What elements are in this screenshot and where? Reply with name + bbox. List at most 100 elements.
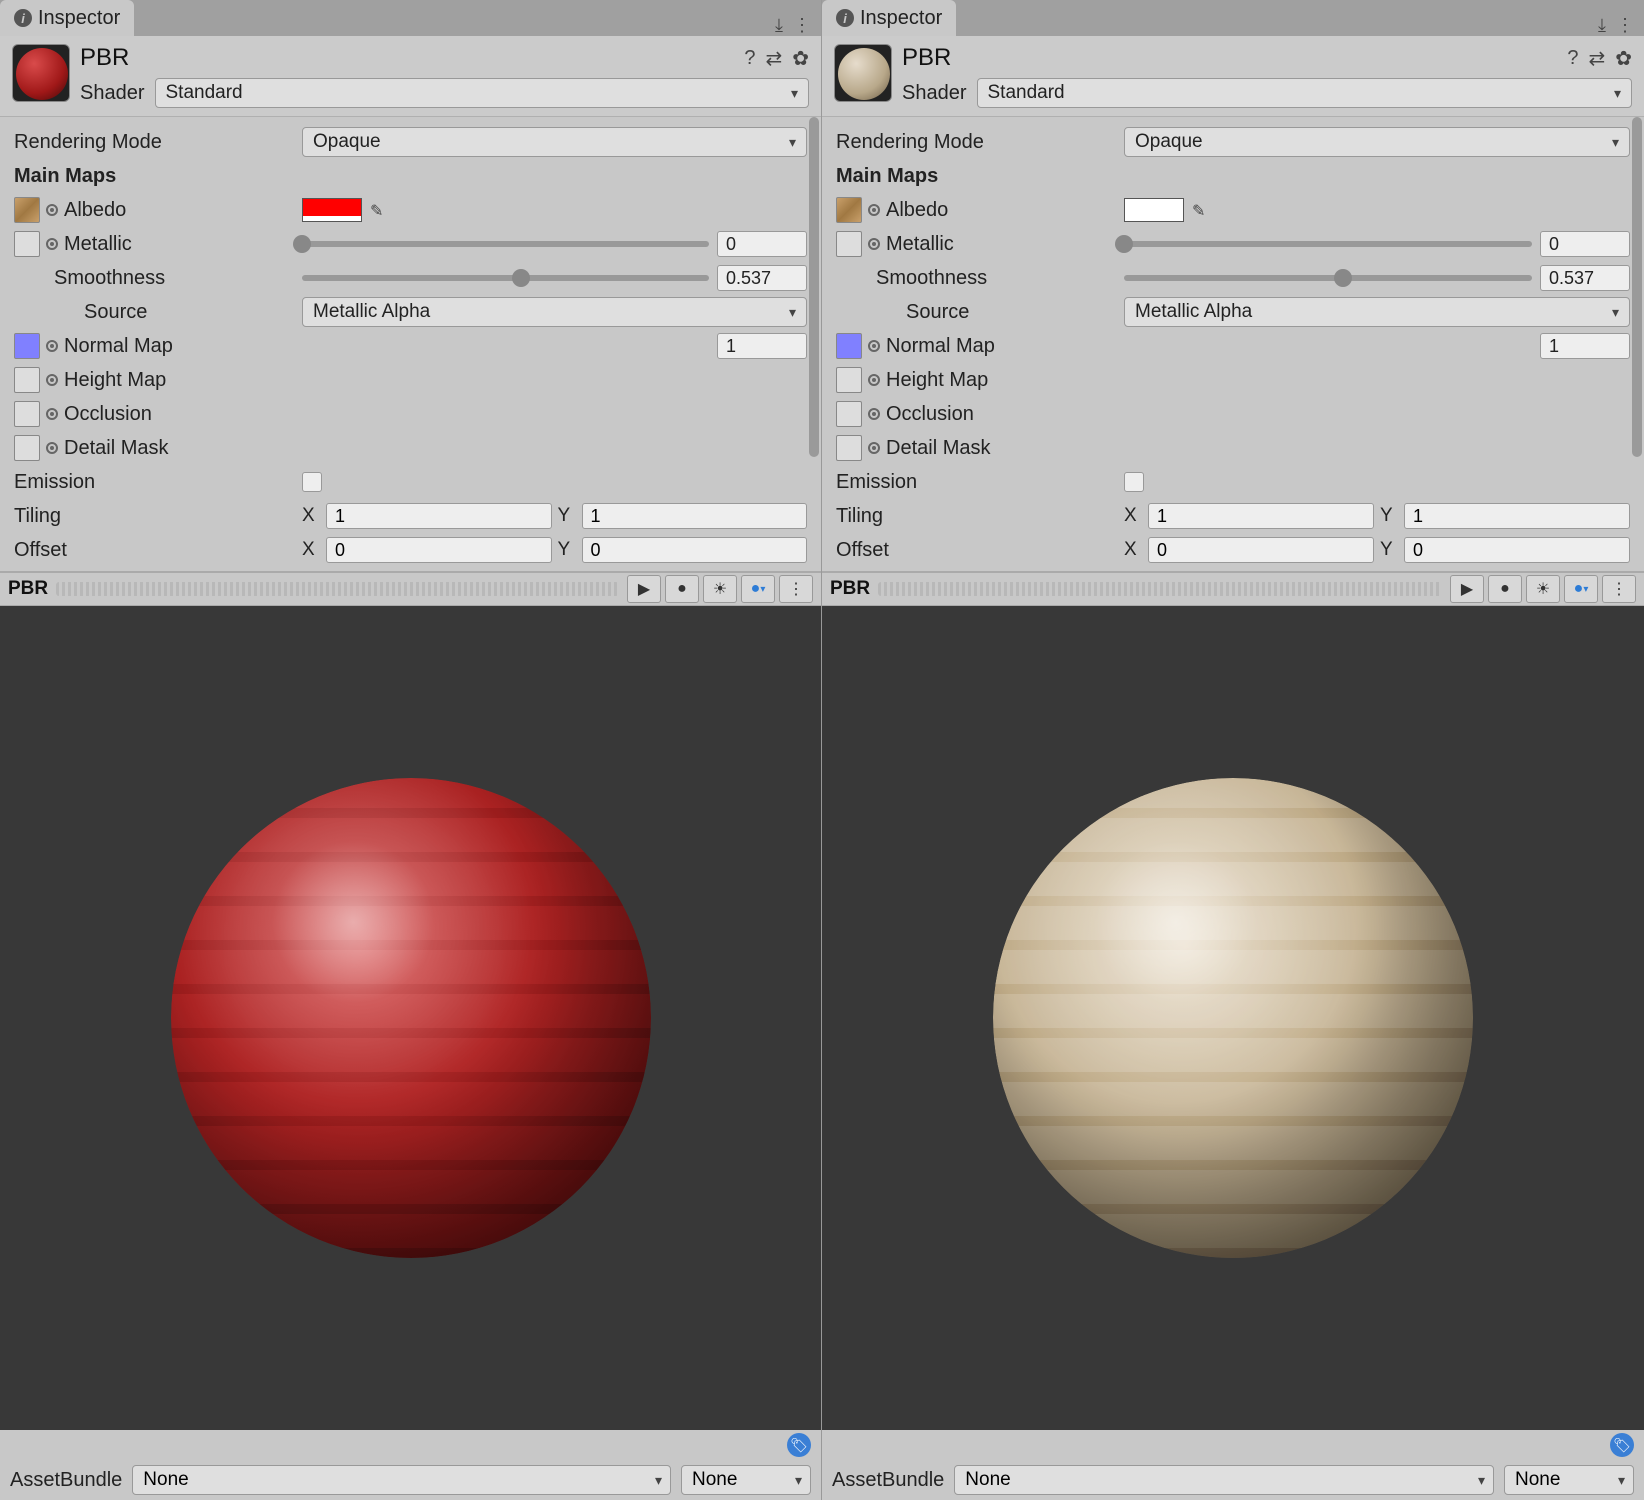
height-picker-icon[interactable]	[46, 374, 58, 386]
preview-menu-button[interactable]: ⋮	[779, 575, 813, 603]
height-texture-slot[interactable]	[14, 367, 40, 393]
tiling-y-input[interactable]: 1	[1404, 503, 1630, 529]
metallic-value[interactable]: 0	[1540, 231, 1630, 257]
tiling-x-input[interactable]: 1	[1148, 503, 1374, 529]
material-preview-viewport[interactable]	[0, 606, 821, 1430]
smoothness-slider[interactable]	[302, 275, 709, 281]
smoothness-slider[interactable]	[1124, 275, 1532, 281]
drag-handle[interactable]	[56, 582, 619, 596]
detail-label: Detail Mask	[886, 437, 990, 460]
metallic-slider[interactable]	[302, 241, 709, 247]
inspector-tab[interactable]: i Inspector	[822, 0, 956, 36]
albedo-texture-slot[interactable]	[14, 197, 40, 223]
occlusion-texture-slot[interactable]	[836, 401, 862, 427]
gear-icon[interactable]: ✿	[1615, 46, 1632, 71]
normal-picker-icon[interactable]	[46, 340, 58, 352]
tiling-y-input[interactable]: 1	[582, 503, 808, 529]
kebab-icon[interactable]: ⋮	[793, 15, 811, 36]
source-dropdown[interactable]: Metallic Alpha	[302, 297, 807, 327]
lighting-button[interactable]: ☀	[1526, 575, 1560, 603]
material-thumbnail[interactable]	[12, 44, 70, 102]
smoothness-value[interactable]: 0.537	[717, 265, 807, 291]
offset-x-input[interactable]: 0	[326, 537, 552, 563]
shader-dropdown[interactable]: Standard	[977, 78, 1633, 108]
albedo-picker-icon[interactable]	[868, 204, 880, 216]
occlusion-texture-slot[interactable]	[14, 401, 40, 427]
presets-icon[interactable]: ⇄	[1588, 46, 1605, 71]
preview-menu-button[interactable]: ⋮	[1602, 575, 1636, 603]
assetbundle-variant-dropdown[interactable]: None	[681, 1465, 811, 1495]
play-button[interactable]: ▶	[627, 575, 661, 603]
metallic-picker-icon[interactable]	[46, 238, 58, 250]
normal-picker-icon[interactable]	[868, 340, 880, 352]
metallic-value[interactable]: 0	[717, 231, 807, 257]
info-icon: i	[14, 9, 32, 27]
inspector-tab[interactable]: i Inspector	[0, 0, 134, 36]
lock-icon[interactable]: ⤓	[775, 15, 783, 36]
lighting-button[interactable]: ☀	[703, 575, 737, 603]
normal-texture-slot[interactable]	[836, 333, 862, 359]
preview-sphere	[171, 778, 651, 1258]
reflection-button[interactable]: ●▾	[741, 575, 775, 603]
preview-title: PBR	[830, 578, 870, 600]
normal-value[interactable]: 1	[717, 333, 807, 359]
height-picker-icon[interactable]	[868, 374, 880, 386]
normal-value[interactable]: 1	[1540, 333, 1630, 359]
detail-picker-icon[interactable]	[46, 442, 58, 454]
kebab-icon[interactable]: ⋮	[1616, 15, 1634, 36]
asset-label-icon[interactable]: 🏷	[1610, 1433, 1634, 1457]
shader-dropdown[interactable]: Standard	[155, 78, 810, 108]
gear-icon[interactable]: ✿	[792, 46, 809, 71]
offset-y-input[interactable]: 0	[1404, 537, 1630, 563]
material-thumbnail[interactable]	[834, 44, 892, 102]
scrollbar-thumb[interactable]	[1632, 117, 1642, 457]
emission-label: Emission	[14, 471, 95, 494]
material-header: PBR ? ⇄ ✿ Shader Standard	[0, 36, 821, 117]
occlusion-picker-icon[interactable]	[46, 408, 58, 420]
asset-label-icon[interactable]: 🏷	[787, 1433, 811, 1457]
emission-checkbox[interactable]	[1124, 472, 1144, 492]
material-preview-viewport[interactable]	[822, 606, 1644, 1430]
occlusion-picker-icon[interactable]	[868, 408, 880, 420]
lock-icon[interactable]: ⤓	[1598, 15, 1606, 36]
offset-label: Offset	[836, 539, 889, 562]
albedo-picker-icon[interactable]	[46, 204, 58, 216]
offset-x-input[interactable]: 0	[1148, 537, 1374, 563]
scrollbar-thumb[interactable]	[809, 117, 819, 457]
reflection-button[interactable]: ●▾	[1564, 575, 1598, 603]
rendering-mode-dropdown[interactable]: Opaque	[302, 127, 807, 157]
eyedropper-icon[interactable]: ✎	[370, 201, 388, 219]
metallic-picker-icon[interactable]	[868, 238, 880, 250]
normal-label: Normal Map	[64, 335, 173, 358]
offset-y-input[interactable]: 0	[582, 537, 808, 563]
assetbundle-dropdown[interactable]: None	[132, 1465, 671, 1495]
assetbundle-dropdown[interactable]: None	[954, 1465, 1494, 1495]
metallic-texture-slot[interactable]	[836, 231, 862, 257]
albedo-color-swatch[interactable]	[302, 198, 362, 222]
source-dropdown[interactable]: Metallic Alpha	[1124, 297, 1630, 327]
drag-handle[interactable]	[878, 582, 1442, 596]
metallic-slider[interactable]	[1124, 241, 1532, 247]
metallic-texture-slot[interactable]	[14, 231, 40, 257]
play-button[interactable]: ▶	[1450, 575, 1484, 603]
normal-texture-slot[interactable]	[14, 333, 40, 359]
rendering-mode-dropdown[interactable]: Opaque	[1124, 127, 1630, 157]
height-texture-slot[interactable]	[836, 367, 862, 393]
offset-label: Offset	[14, 539, 67, 562]
detail-texture-slot[interactable]	[836, 435, 862, 461]
sphere-mesh-button[interactable]: ●	[1488, 575, 1522, 603]
help-icon[interactable]: ?	[1567, 47, 1578, 70]
help-icon[interactable]: ?	[744, 47, 755, 70]
assetbundle-variant-dropdown[interactable]: None	[1504, 1465, 1634, 1495]
albedo-color-swatch[interactable]	[1124, 198, 1184, 222]
tiling-x-input[interactable]: 1	[326, 503, 552, 529]
sphere-mesh-button[interactable]: ●	[665, 575, 699, 603]
presets-icon[interactable]: ⇄	[765, 46, 782, 71]
detail-picker-icon[interactable]	[868, 442, 880, 454]
detail-label: Detail Mask	[64, 437, 168, 460]
albedo-texture-slot[interactable]	[836, 197, 862, 223]
emission-checkbox[interactable]	[302, 472, 322, 492]
eyedropper-icon[interactable]: ✎	[1192, 201, 1210, 219]
smoothness-value[interactable]: 0.537	[1540, 265, 1630, 291]
detail-texture-slot[interactable]	[14, 435, 40, 461]
